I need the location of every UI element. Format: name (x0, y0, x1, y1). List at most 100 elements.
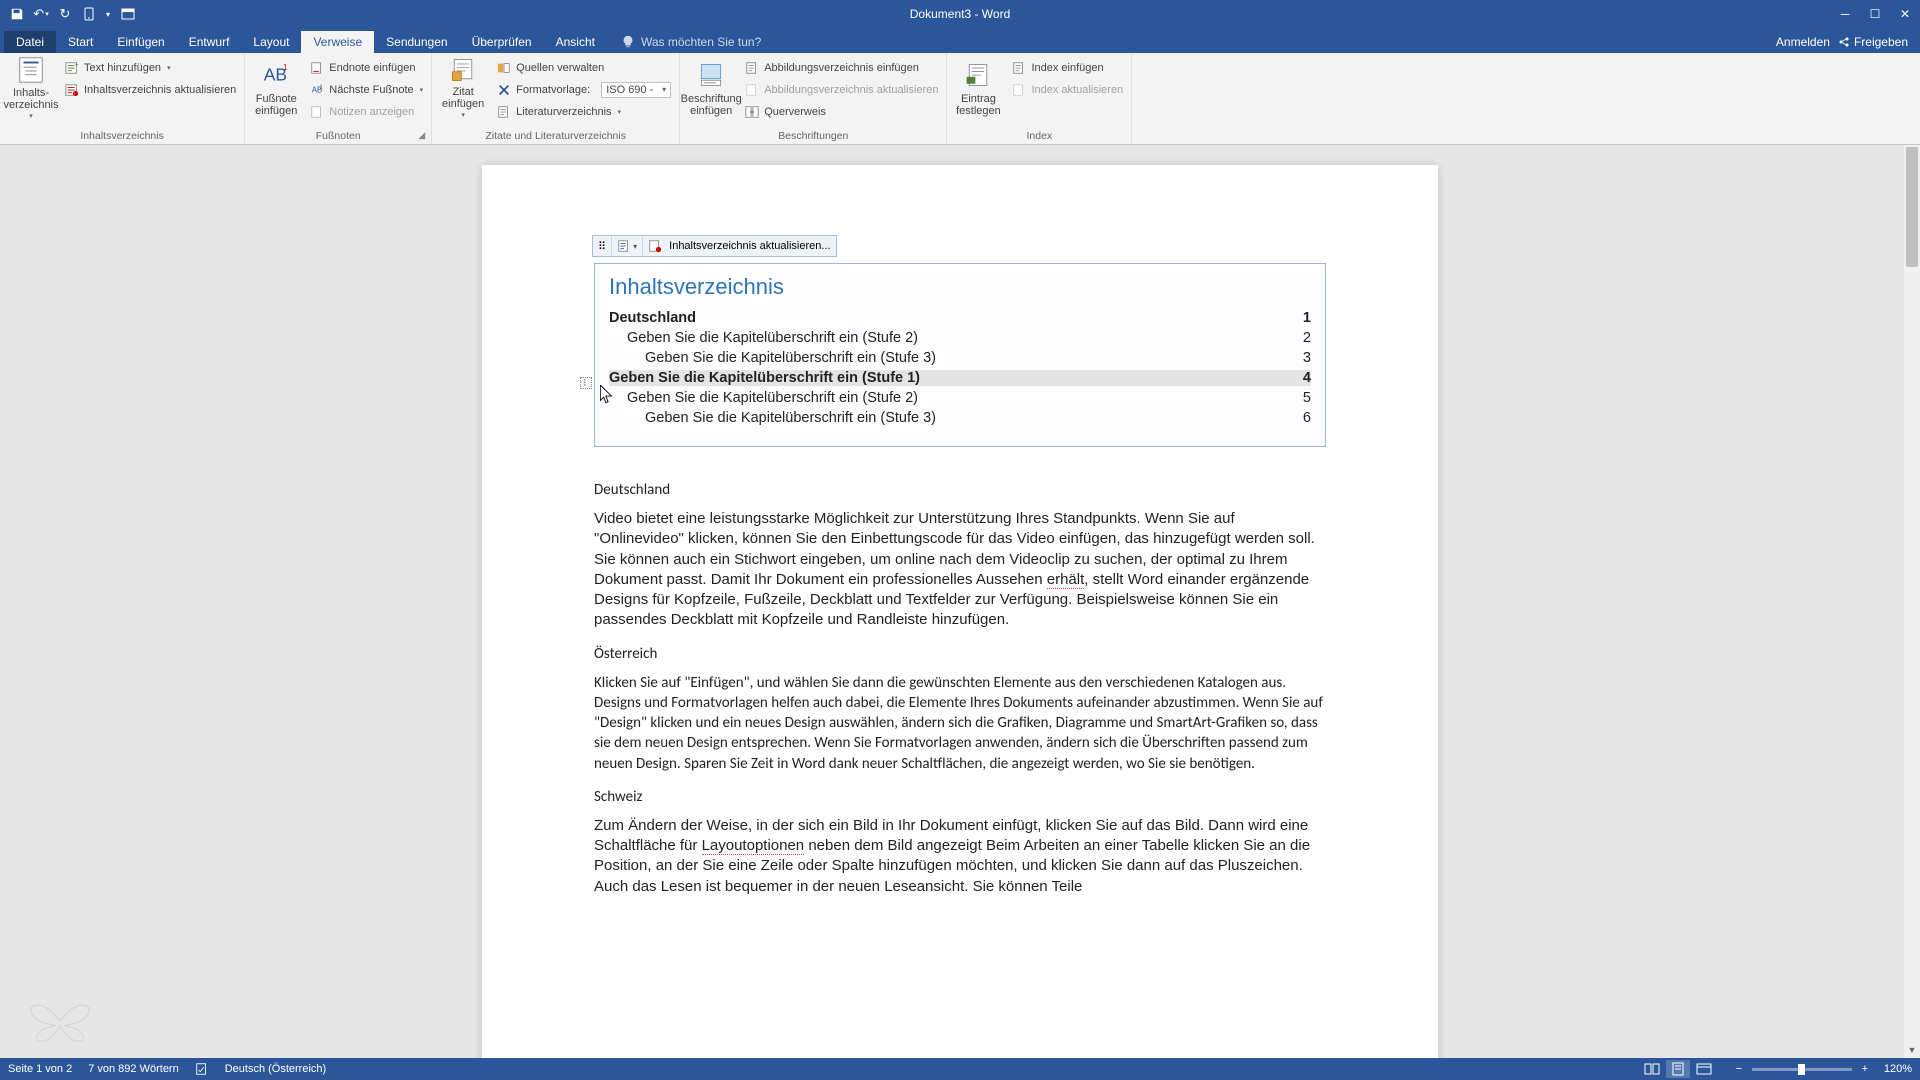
tab-references[interactable]: Verweise (301, 31, 374, 53)
status-proofing-icon[interactable] (195, 1062, 209, 1076)
zoom-slider[interactable] (1752, 1068, 1852, 1071)
status-page[interactable]: Seite 1 von 2 (8, 1063, 72, 1075)
toc-button[interactable]: Inhalts- verzeichnis ▾ (4, 55, 58, 121)
redo-button[interactable]: ↻ (54, 3, 76, 25)
ribbon-display-options[interactable] (114, 0, 142, 28)
toc-page-number: 1 (1303, 310, 1311, 326)
heading-deutschland[interactable]: Deutschland (594, 481, 1326, 499)
touch-mode-button[interactable] (78, 3, 100, 25)
window-controls: ─ ☐ ✕ (1830, 0, 1920, 28)
manage-sources-button[interactable]: Quellen verwalten (492, 57, 675, 78)
tab-view[interactable]: Ansicht (544, 31, 607, 53)
view-web-button[interactable] (1692, 1060, 1716, 1078)
toc-row[interactable]: Geben Sie die Kapitelüberschrift ein (St… (609, 370, 1311, 386)
page[interactable]: ⠿ ▾ Inhaltsverzeichnis aktualisieren... … (482, 165, 1438, 1058)
toc-page-number: 3 (1303, 350, 1311, 366)
zoom-level[interactable]: 120% (1884, 1063, 1912, 1075)
toc-entry-text: Geben Sie die Kapitelüberschrift ein (St… (645, 410, 936, 426)
toc-page-number: 6 (1303, 410, 1311, 426)
toc-title: Inhaltsverzeichnis (609, 274, 1311, 300)
group-captions: Beschriftung einfügen Abbildungsverzeich… (680, 53, 947, 144)
insert-figure-table-button[interactable]: Abbildungsverzeichnis einfügen (740, 57, 942, 78)
tell-me-search[interactable]: Was möchten Sie tun? (621, 35, 761, 53)
view-read-button[interactable] (1640, 1060, 1664, 1078)
toc-handle-icon[interactable]: ⠿ (593, 236, 612, 256)
undo-button[interactable]: ↶▾ (30, 3, 52, 25)
scroll-thumb[interactable] (1906, 147, 1918, 267)
paragraph[interactable]: Video bietet eine leistungsstarke Möglic… (594, 509, 1326, 631)
heading-oesterreich[interactable]: Österreich (594, 645, 1326, 663)
maximize-button[interactable]: ☐ (1860, 0, 1890, 28)
toc-row[interactable]: Geben Sie die Kapitelüberschrift ein (St… (609, 330, 1311, 346)
toc-entry-text: Deutschland (609, 310, 696, 326)
crossref-button[interactable]: Querverweis (740, 101, 942, 122)
bibliography-button[interactable]: Literaturverzeichnis▾ (492, 101, 675, 122)
titlebar: ↶▾ ↻ ▾ Dokument3 - Word ─ ☐ ✕ (0, 0, 1920, 28)
close-button[interactable]: ✕ (1890, 0, 1920, 28)
group-index: Eintrag festlegen Index einfügen Index a… (947, 53, 1132, 144)
vertical-scrollbar[interactable]: ▲ ▼ (1904, 145, 1920, 1058)
update-toc-button[interactable]: !Inhaltsverzeichnis aktualisieren (60, 79, 240, 100)
paragraph[interactable]: Klicken Sie auf "Einfügen", und wählen S… (594, 673, 1326, 774)
toc-tab-bar: ⠿ ▾ Inhaltsverzeichnis aktualisieren... (592, 235, 837, 257)
group-citations: Zitat einfügen ▾ Quellen verwalten Forma… (432, 53, 680, 144)
spelling-error[interactable]: erhält (1047, 571, 1085, 589)
show-notes-button: Notizen anzeigen (305, 101, 427, 122)
tab-layout[interactable]: Layout (241, 31, 301, 53)
insert-endnote-button[interactable]: Endnote einfügen (305, 57, 427, 78)
group-citations-label: Zitate und Literaturverzeichnis (436, 128, 675, 144)
mark-entry-button[interactable]: Eintrag festlegen (951, 55, 1005, 121)
toc-entry-text: Geben Sie die Kapitelüberschrift ein (St… (627, 390, 918, 406)
statusbar: Seite 1 von 2 7 von 892 Wörtern Deutsch … (0, 1058, 1920, 1080)
crossref-icon (744, 104, 760, 120)
status-language[interactable]: Deutsch (Österreich) (225, 1063, 326, 1075)
next-footnote-button[interactable]: AB1Nächste Fußnote▾ (305, 79, 427, 100)
endnote-icon (309, 60, 325, 76)
paragraph[interactable]: Zum Ändern der Weise, in der sich ein Bi… (594, 816, 1326, 897)
toc-anchor-icon[interactable]: ⠇ (580, 377, 592, 389)
heading-schweiz[interactable]: Schweiz (594, 788, 1326, 806)
tab-insert[interactable]: Einfügen (105, 31, 176, 53)
scroll-down-icon[interactable]: ▼ (1904, 1042, 1920, 1058)
toc-gallery-button[interactable]: ▾ (612, 236, 643, 256)
ribbon-tabs: Datei Start Einfügen Entwurf Layout Verw… (0, 28, 1920, 53)
zoom-out-button[interactable]: − (1732, 1063, 1746, 1075)
style-combo[interactable]: ISO 690 -▾ (601, 82, 671, 98)
zoom-in-button[interactable]: + (1858, 1063, 1872, 1075)
svg-text:+: + (75, 61, 79, 68)
quick-access-toolbar: ↶▾ ↻ ▾ (0, 3, 114, 25)
tab-design[interactable]: Entwurf (177, 31, 242, 53)
mark-entry-icon (962, 59, 994, 91)
toc-row[interactable]: Deutschland 1 (609, 310, 1311, 326)
toc-content-control[interactable]: ⠿ ▾ Inhaltsverzeichnis aktualisieren... … (594, 263, 1326, 447)
tab-file[interactable]: Datei (4, 31, 56, 53)
view-print-button[interactable] (1666, 1060, 1690, 1078)
toc-row[interactable]: Geben Sie die Kapitelüberschrift ein (St… (609, 410, 1311, 426)
window-title: Dokument3 - Word (910, 7, 1010, 21)
insert-index-button[interactable]: Index einfügen (1007, 57, 1127, 78)
tab-review[interactable]: Überprüfen (460, 31, 544, 53)
toc-entry-text: Geben Sie die Kapitelüberschrift ein (St… (609, 370, 920, 386)
dialog-launcher-icon[interactable]: ◢ (418, 130, 425, 141)
insert-footnote-button[interactable]: AB1 Fußnote einfügen (249, 55, 303, 121)
signin-button[interactable]: Anmelden (1776, 35, 1830, 49)
insert-citation-button[interactable]: Zitat einfügen ▾ (436, 55, 490, 121)
tab-start[interactable]: Start (56, 31, 105, 53)
svg-text:!: ! (74, 91, 75, 96)
insert-caption-button[interactable]: Beschriftung einfügen (684, 55, 738, 121)
zoom-thumb[interactable] (1798, 1064, 1805, 1075)
citation-style-combo[interactable]: Formatvorlage: ISO 690 -▾ (492, 79, 675, 100)
tab-mailings[interactable]: Sendungen (374, 31, 459, 53)
qat-customize[interactable]: ▾ (102, 3, 114, 25)
save-button[interactable] (6, 3, 28, 25)
toc-update-button[interactable]: Inhaltsverzeichnis aktualisieren... (643, 236, 835, 256)
svg-text:1: 1 (283, 63, 287, 72)
status-wordcount[interactable]: 7 von 892 Wörtern (88, 1063, 179, 1075)
spelling-error[interactable]: Layoutoptionen (702, 837, 805, 855)
toc-row[interactable]: Geben Sie die Kapitelüberschrift ein (St… (609, 350, 1311, 366)
ribbon: Inhalts- verzeichnis ▾ +Text hinzufügen▾… (0, 53, 1920, 145)
share-button[interactable]: Freigeben (1838, 35, 1908, 49)
add-text-button[interactable]: +Text hinzufügen▾ (60, 57, 240, 78)
minimize-button[interactable]: ─ (1830, 0, 1860, 28)
toc-row[interactable]: Geben Sie die Kapitelüberschrift ein (St… (609, 390, 1311, 406)
